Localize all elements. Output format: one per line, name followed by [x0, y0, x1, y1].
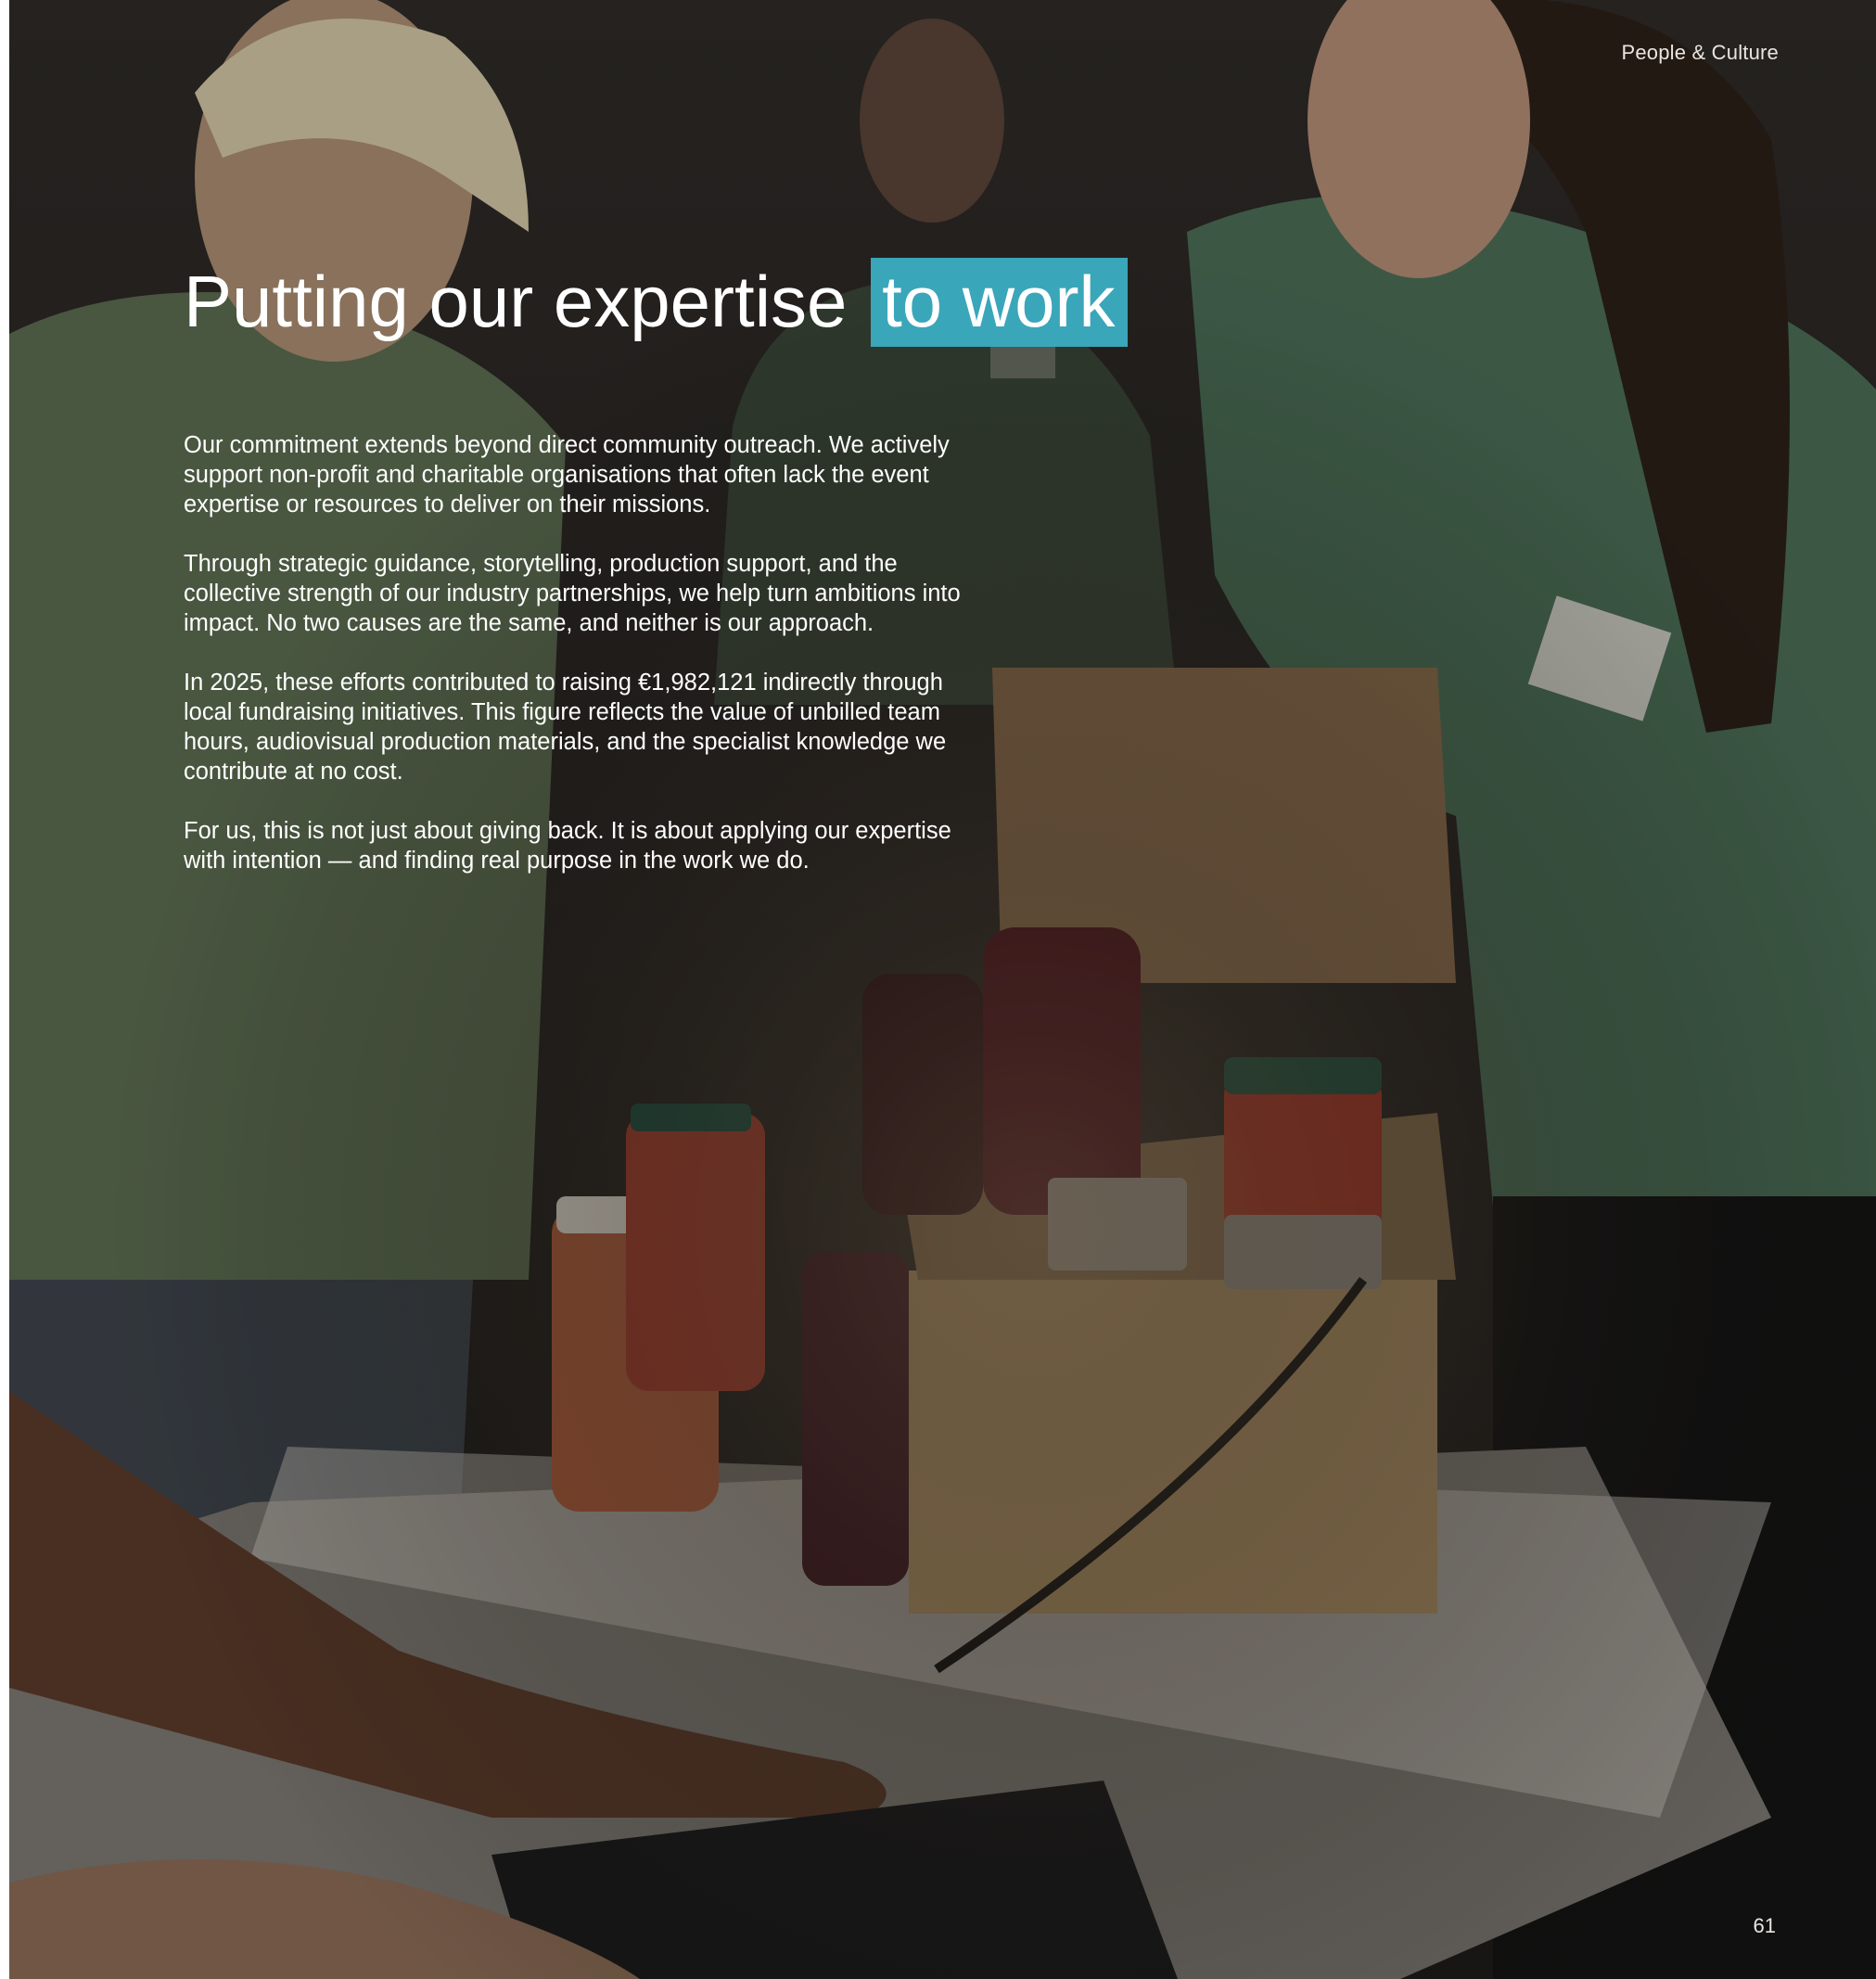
headline-highlight: to work	[871, 258, 1129, 348]
body-copy: Our commitment extends beyond direct com…	[184, 430, 981, 905]
headline-main: Putting our expertise	[184, 261, 848, 343]
report-page: People & Culture Putting our expertise t…	[9, 0, 1876, 1979]
body-paragraph: Our commitment extends beyond direct com…	[184, 432, 950, 517]
body-paragraph: In 2025, these efforts contributed to ra…	[184, 670, 947, 785]
page-number: 61	[1753, 1914, 1776, 1937]
body-paragraph: For us, this is not just about giving ba…	[184, 818, 951, 874]
section-label: People & Culture	[1621, 41, 1779, 64]
body-paragraph: Through strategic guidance, storytelling…	[184, 551, 961, 636]
page-headline: Putting our expertise to work	[184, 258, 1129, 348]
